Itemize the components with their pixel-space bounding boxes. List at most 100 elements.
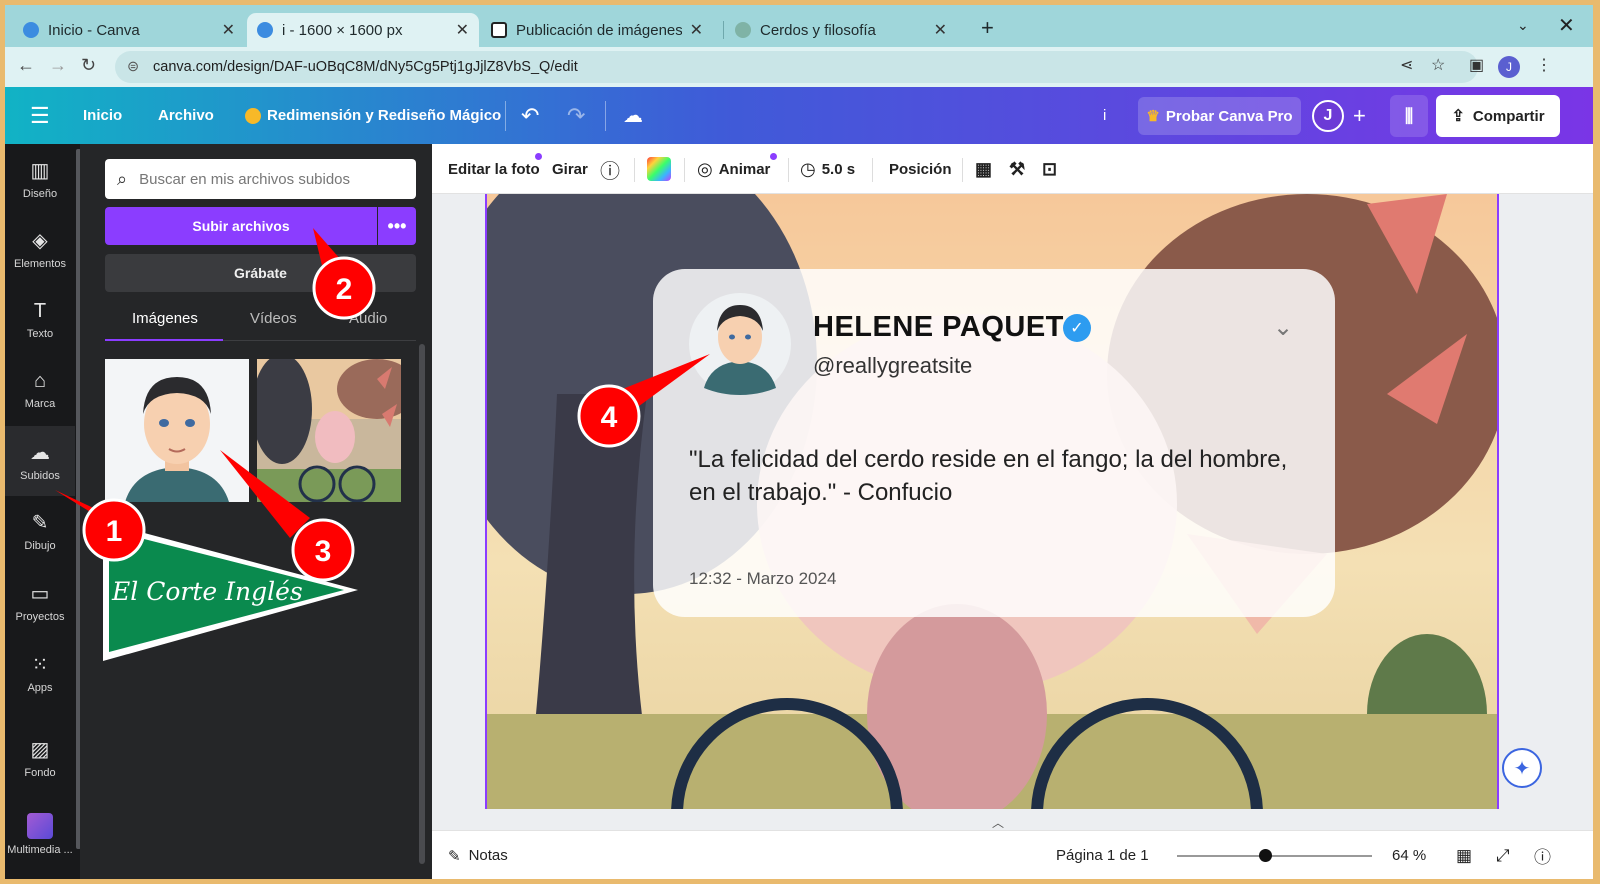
tab-title: Publicación de imágenes bbox=[516, 21, 682, 39]
lock-icon[interactable]: ⊡ bbox=[1042, 144, 1057, 194]
tab-inicio-canva[interactable]: Inicio - Canva ✕ bbox=[13, 13, 245, 47]
text-icon: T bbox=[33, 300, 47, 322]
position-button[interactable]: Posición bbox=[889, 144, 952, 194]
animate-button[interactable]: ◎ Animar bbox=[697, 144, 770, 194]
background-icon: ▨ bbox=[30, 739, 50, 761]
crown-icon bbox=[245, 107, 261, 124]
add-collaborator-icon[interactable]: + bbox=[1353, 87, 1366, 144]
browser-profile-avatar[interactable]: J bbox=[1498, 56, 1520, 78]
uploaded-image-avatar[interactable] bbox=[105, 359, 249, 502]
try-pro-button[interactable]: ♛ Probar Canva Pro bbox=[1138, 97, 1301, 135]
grid-view-icon[interactable]: ▦ bbox=[1456, 831, 1472, 879]
transparency-icon[interactable]: ▦ bbox=[975, 144, 992, 194]
rail-label: Fondo bbox=[24, 767, 56, 779]
tab-imagenes[interactable]: Imágenes bbox=[132, 310, 198, 327]
tab-search-chevron-icon[interactable]: ⌄ bbox=[1517, 17, 1529, 34]
share-icon[interactable]: ⋖ bbox=[1400, 55, 1413, 75]
close-icon[interactable]: ✕ bbox=[222, 20, 235, 40]
edit-photo-button[interactable]: Editar la foto bbox=[448, 144, 540, 194]
rail-item-elementos[interactable]: ◈ Elementos bbox=[5, 214, 75, 284]
tab-title: i - 1600 × 1600 px bbox=[282, 21, 403, 39]
rail-item-subidos[interactable]: ☁ Subidos bbox=[5, 426, 75, 496]
color-picker[interactable] bbox=[647, 144, 671, 194]
fullscreen-icon[interactable]: ⤢ bbox=[1496, 831, 1510, 879]
rail-item-diseno[interactable]: ▥ Diseño bbox=[5, 144, 75, 214]
uploaded-image-pig[interactable] bbox=[257, 359, 401, 502]
tab-design[interactable]: i - 1600 × 1600 px ✕ bbox=[247, 13, 479, 47]
chevron-up-icon[interactable]: ︿ bbox=[992, 814, 1004, 831]
tweet-card[interactable]: HELENE PAQUET ✓ ⌄ @reallygreatsite "La f… bbox=[653, 269, 1335, 617]
rail-item-multimedia[interactable]: Multimedia ... bbox=[5, 804, 75, 864]
upload-files-button[interactable]: Subir archivos bbox=[105, 207, 377, 245]
animate-icon: ◎ bbox=[697, 158, 713, 179]
shapes-icon: ◈ bbox=[32, 230, 48, 252]
notes-icon: ✎ bbox=[448, 847, 461, 865]
user-avatar[interactable]: J bbox=[1312, 100, 1344, 132]
tab-videos[interactable]: Vídeos bbox=[250, 310, 297, 327]
record-yourself-button[interactable]: Grábate bbox=[105, 254, 416, 292]
home-button[interactable]: Inicio bbox=[83, 87, 122, 144]
window-close-icon[interactable]: ✕ bbox=[1558, 13, 1575, 38]
tab-audio[interactable]: Audio bbox=[349, 310, 387, 327]
rotate-button[interactable]: Girar bbox=[552, 144, 588, 194]
active-tab-indicator bbox=[105, 339, 223, 341]
page-indicator[interactable]: Página 1 de 1 bbox=[1056, 831, 1149, 879]
copy-style-icon[interactable]: ⚒ bbox=[1009, 144, 1025, 194]
rail-item-apps[interactable]: ⁙ Apps bbox=[5, 638, 75, 708]
help-icon[interactable]: ⓘ bbox=[1534, 831, 1551, 879]
duration-button[interactable]: ◷ 5.0 s bbox=[800, 144, 855, 194]
reload-icon[interactable]: ↻ bbox=[81, 55, 96, 76]
avatar-illustration bbox=[105, 359, 249, 502]
zoom-slider-handle[interactable] bbox=[1258, 849, 1272, 862]
more-options-icon[interactable]: ••• bbox=[378, 207, 416, 245]
profile-avatar[interactable] bbox=[689, 293, 791, 395]
editor-area: Editar la foto Girar ⓘ ◎ Animar ◷ 5.0 s … bbox=[432, 144, 1593, 879]
info-icon[interactable]: ⓘ bbox=[600, 144, 620, 194]
post-date: 12:32 - Marzo 2024 bbox=[689, 569, 837, 588]
rail-item-marca[interactable]: ⌂ Marca bbox=[5, 355, 75, 425]
design-title[interactable]: i bbox=[1103, 87, 1106, 144]
panel-scrollbar[interactable] bbox=[419, 344, 425, 864]
insights-chart-icon[interactable]: ⫼ bbox=[1390, 95, 1428, 137]
pen-icon: ✎ bbox=[31, 512, 49, 534]
file-button[interactable]: Archivo bbox=[158, 87, 214, 144]
tab-cerdos[interactable]: Cerdos y filosofía ✕ bbox=[725, 13, 957, 47]
menu-icon[interactable]: ☰ bbox=[30, 87, 50, 144]
rail-item-proyectos[interactable]: ▭ Proyectos bbox=[5, 567, 75, 637]
quote-text[interactable]: "La felicidad del cerdo reside en el fan… bbox=[689, 443, 1299, 509]
bookmark-star-icon[interactable]: ☆ bbox=[1431, 55, 1445, 75]
tab-separator bbox=[723, 21, 724, 39]
search-input[interactable]: ⌕ Buscar en mis archivos subidos bbox=[105, 159, 416, 199]
close-icon[interactable]: ✕ bbox=[690, 20, 703, 40]
forward-icon[interactable]: → bbox=[49, 55, 67, 76]
sidebar-icon[interactable]: ▣ bbox=[1469, 55, 1484, 75]
rail-item-fondo[interactable]: ▨ Fondo bbox=[5, 723, 75, 793]
share-upload-icon: ⇪ bbox=[1451, 108, 1465, 125]
site-info-icon[interactable]: ⊜ bbox=[127, 59, 141, 75]
rail-item-dibujo[interactable]: ✎ Dibujo bbox=[5, 496, 75, 566]
zoom-slider-track[interactable] bbox=[1177, 855, 1372, 857]
chevron-down-icon[interactable]: ⌄ bbox=[1273, 313, 1293, 342]
back-icon[interactable]: ← bbox=[17, 55, 35, 76]
folder-icon: ▭ bbox=[30, 583, 50, 605]
close-icon[interactable]: ✕ bbox=[456, 20, 469, 40]
browser-menu-icon[interactable]: ⋮ bbox=[1536, 55, 1552, 75]
header-separator bbox=[605, 101, 606, 131]
new-tab-button[interactable]: + bbox=[981, 15, 994, 41]
rail-label: Elementos bbox=[14, 258, 66, 270]
zoom-percentage[interactable]: 64 % bbox=[1392, 831, 1426, 879]
rail-item-texto[interactable]: T Texto bbox=[5, 285, 75, 355]
magic-resize-button[interactable]: Redimensión y Rediseño Mágico bbox=[245, 87, 501, 144]
design-canvas[interactable]: HELENE PAQUET ✓ ⌄ @reallygreatsite "La f… bbox=[485, 194, 1499, 809]
magic-sparkle-icon[interactable]: ✦ bbox=[1502, 748, 1542, 788]
notes-button[interactable]: ✎ Notas bbox=[448, 831, 508, 879]
cloud-saved-icon[interactable]: ☁ bbox=[623, 87, 643, 144]
crown-icon: ♛ bbox=[1146, 108, 1160, 125]
redo-icon[interactable]: ↷ bbox=[567, 87, 585, 144]
close-icon[interactable]: ✕ bbox=[934, 20, 947, 40]
canva-header: ☰ Inicio Archivo Redimensión y Rediseño … bbox=[5, 87, 1593, 144]
undo-icon[interactable]: ↶ bbox=[521, 87, 539, 144]
address-bar[interactable]: ⊜ canva.com/design/DAF-uOBqC8M/dNy5Cg5Pt… bbox=[115, 51, 1478, 83]
tab-publicacion[interactable]: Publicación de imágenes ✕ bbox=[481, 13, 713, 47]
share-button[interactable]: ⇪ Compartir bbox=[1436, 95, 1560, 137]
